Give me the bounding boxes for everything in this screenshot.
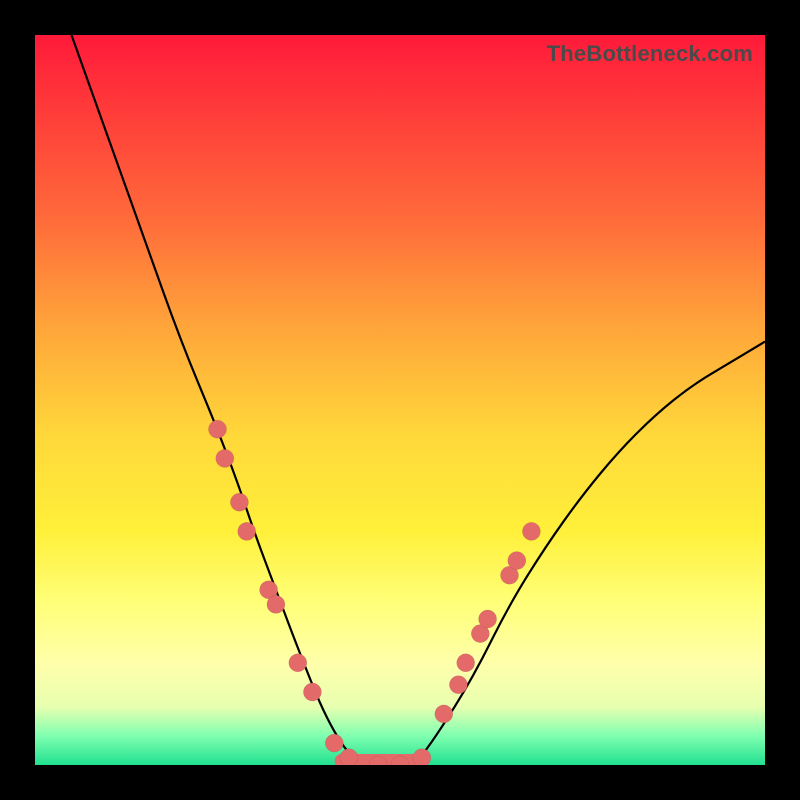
chart-svg	[35, 35, 765, 765]
data-marker	[230, 493, 248, 511]
data-marker	[325, 734, 343, 752]
data-marker	[435, 705, 453, 723]
data-marker	[449, 676, 467, 694]
data-marker	[413, 749, 431, 765]
data-marker	[522, 522, 540, 540]
data-marker	[479, 610, 497, 628]
data-marker	[457, 654, 475, 672]
data-marker	[303, 683, 321, 701]
bottleneck-curve	[72, 35, 766, 765]
data-marker	[267, 595, 285, 613]
chart-frame: TheBottleneck.com	[0, 0, 800, 800]
marker-group	[209, 420, 541, 765]
data-marker	[209, 420, 227, 438]
data-marker	[340, 749, 358, 765]
data-marker	[216, 449, 234, 467]
plot-area: TheBottleneck.com	[35, 35, 765, 765]
data-marker	[238, 522, 256, 540]
data-marker	[508, 552, 526, 570]
data-marker	[289, 654, 307, 672]
